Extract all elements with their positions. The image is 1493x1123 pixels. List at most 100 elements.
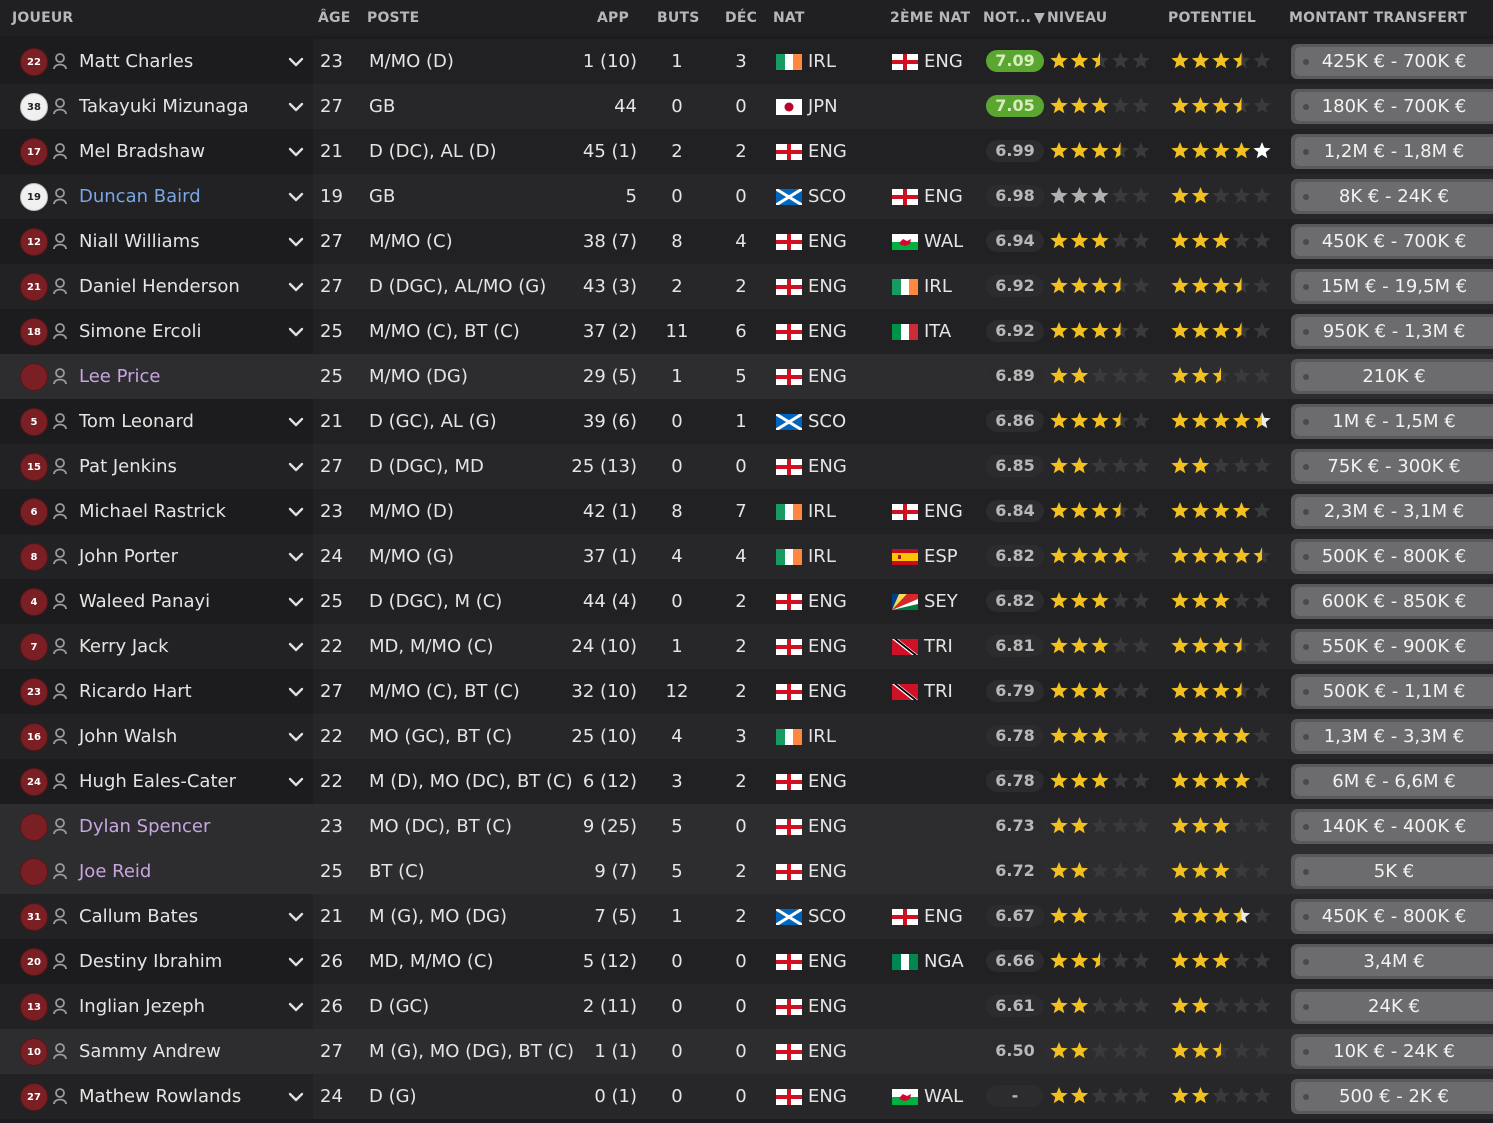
player-nationality[interactable]: ENG: [808, 141, 847, 162]
chevron-down-icon[interactable]: [287, 98, 305, 116]
col-nat-header[interactable]: NAT: [773, 10, 805, 26]
player-nationality[interactable]: SCO: [808, 186, 846, 207]
transfer-value-button[interactable]: 5K €: [1291, 854, 1493, 889]
player-name[interactable]: Niall Williams: [79, 231, 200, 252]
player-nationality[interactable]: JPN: [808, 96, 838, 117]
col-apps-header[interactable]: APP: [597, 10, 629, 26]
table-row[interactable]: 38 Takayuki Mizunaga 27 GB 44 0 0 JPN 7.05 180K €…: [0, 84, 1493, 129]
table-row[interactable]: 31 Callum Bates 21 M (G), MO (DG) 7 (5) 1 2 SCO…: [0, 894, 1493, 939]
table-row[interactable]: Dylan Spencer 23 MO (DC), BT (C) 9 (25) 5 0 EN…: [0, 804, 1493, 849]
chevron-down-icon[interactable]: [287, 773, 305, 791]
player-nationality[interactable]: ENG: [808, 1086, 847, 1107]
table-row[interactable]: 16 John Walsh 22 MO (GC), BT (C) 25 (10) 4 3 IR…: [0, 714, 1493, 759]
player-nationality[interactable]: ENG: [808, 951, 847, 972]
player-second-nationality[interactable]: ENG: [924, 186, 963, 207]
player-name[interactable]: John Walsh: [79, 726, 177, 747]
player-second-nationality[interactable]: SEY: [924, 591, 958, 612]
player-nationality[interactable]: ENG: [808, 366, 847, 387]
table-row[interactable]: 22 Matt Charles 23 M/MO (D) 1 (10) 1 3 IRL ENG 7.…: [0, 39, 1493, 84]
player-second-nationality[interactable]: ESP: [924, 546, 958, 567]
player-name[interactable]: Dylan Spencer: [79, 816, 210, 837]
table-row[interactable]: 21 Daniel Henderson 27 D (DGC), AL/MO (G) 43…: [0, 264, 1493, 309]
player-nationality[interactable]: ENG: [808, 456, 847, 477]
table-row[interactable]: 23 Ricardo Hart 27 M/MO (C), BT (C) 32 (10) 1…: [0, 669, 1493, 714]
chevron-down-icon[interactable]: [287, 593, 305, 611]
player-nationality[interactable]: IRL: [808, 726, 836, 747]
player-nationality[interactable]: ENG: [808, 276, 847, 297]
player-nationality[interactable]: SCO: [808, 906, 846, 927]
col-player-header[interactable]: JOUEUR: [12, 10, 73, 26]
player-nationality[interactable]: ENG: [808, 231, 847, 252]
player-name[interactable]: Mathew Rowlands: [79, 1086, 241, 1107]
player-second-nationality[interactable]: ENG: [924, 51, 963, 72]
transfer-value-button[interactable]: 75K € - 300K €: [1291, 449, 1493, 484]
player-name[interactable]: Inglian Jezeph: [79, 996, 205, 1017]
table-row[interactable]: 15 Pat Jenkins 27 D (DGC), MD 25 (13) 0 0 ENG 6.…: [0, 444, 1493, 489]
player-second-nationality[interactable]: WAL: [924, 231, 963, 252]
player-nationality[interactable]: ENG: [808, 636, 847, 657]
table-row[interactable]: 20 Destiny Ibrahim 26 MD, M/MO (C) 5 (12) 0 0 E…: [0, 939, 1493, 984]
transfer-value-button[interactable]: 2,3M € - 3,1M €: [1291, 494, 1493, 529]
col-goals-header[interactable]: BUTS: [657, 10, 699, 26]
chevron-down-icon[interactable]: [287, 413, 305, 431]
table-row[interactable]: 5 Tom Leonard 21 D (GC), AL (G) 39 (6) 0 1 SCO 6…: [0, 399, 1493, 444]
player-second-nationality[interactable]: IRL: [924, 276, 952, 297]
player-nationality[interactable]: ENG: [808, 996, 847, 1017]
transfer-value-button[interactable]: 1M € - 1,5M €: [1291, 404, 1493, 439]
table-row[interactable]: 24 Hugh Eales-Cater 22 M (D), MO (DC), BT (…: [0, 759, 1493, 804]
player-nationality[interactable]: IRL: [808, 51, 836, 72]
chevron-down-icon[interactable]: [287, 278, 305, 296]
player-name[interactable]: Hugh Eales-Cater: [79, 771, 236, 792]
table-row[interactable]: 6 Michael Rastrick 23 M/MO (D) 42 (1) 8 7 IRL EN…: [0, 489, 1493, 534]
player-name[interactable]: Duncan Baird: [79, 186, 201, 207]
table-row[interactable]: 18 Simone Ercoli 25 M/MO (C), BT (C) 37 (2) 1…: [0, 309, 1493, 354]
player-name[interactable]: Takayuki Mizunaga: [79, 96, 249, 117]
player-name[interactable]: Sammy Andrew: [79, 1041, 221, 1062]
transfer-value-button[interactable]: 8K € - 24K €: [1291, 179, 1493, 214]
player-second-nationality[interactable]: TRI: [924, 681, 953, 702]
chevron-down-icon[interactable]: [287, 953, 305, 971]
chevron-down-icon[interactable]: [287, 143, 305, 161]
player-nationality[interactable]: ENG: [808, 591, 847, 612]
player-second-nationality[interactable]: TRI: [924, 636, 953, 657]
transfer-value-button[interactable]: 450K € - 700K €: [1291, 224, 1493, 259]
player-nationality[interactable]: ENG: [808, 816, 847, 837]
transfer-value-button[interactable]: 425K € - 700K €: [1291, 44, 1493, 79]
col-ability-header[interactable]: NIVEAU: [1047, 10, 1107, 26]
transfer-value-button[interactable]: 500 € - 2K €: [1291, 1079, 1493, 1114]
col-age-header[interactable]: ÂGE: [318, 10, 351, 26]
table-row[interactable]: Joe Reid 25 BT (C) 9 (7) 5 2 ENG 6.72 5K €: [0, 849, 1493, 894]
table-row[interactable]: 13 Inglian Jezeph 26 D (GC) 2 (11) 0 0 ENG 6.61 2…: [0, 984, 1493, 1029]
player-name[interactable]: Ricardo Hart: [79, 681, 192, 702]
col-position-header[interactable]: POSTE: [367, 10, 419, 26]
chevron-down-icon[interactable]: [287, 908, 305, 926]
table-row[interactable]: 7 Kerry Jack 22 MD, M/MO (C) 24 (10) 1 2 ENG TRI…: [0, 624, 1493, 669]
player-name[interactable]: Matt Charles: [79, 51, 193, 72]
table-row[interactable]: 8 John Porter 24 M/MO (G) 37 (1) 4 4 IRL ESP 6.82…: [0, 534, 1493, 579]
transfer-value-button[interactable]: 24K €: [1291, 989, 1493, 1024]
player-name[interactable]: Simone Ercoli: [79, 321, 201, 342]
chevron-down-icon[interactable]: [287, 998, 305, 1016]
player-name[interactable]: Kerry Jack: [79, 636, 169, 657]
player-name[interactable]: Waleed Panayi: [79, 591, 210, 612]
chevron-down-icon[interactable]: [287, 683, 305, 701]
chevron-down-icon[interactable]: [287, 638, 305, 656]
chevron-down-icon[interactable]: [287, 728, 305, 746]
transfer-value-button[interactable]: 550K € - 900K €: [1291, 629, 1493, 664]
player-nationality[interactable]: IRL: [808, 546, 836, 567]
player-name[interactable]: Lee Price: [79, 366, 161, 387]
table-row[interactable]: 27 Mathew Rowlands 24 D (G) 0 (1) 0 0 ENG WAL - 50…: [0, 1074, 1493, 1119]
player-name[interactable]: Daniel Henderson: [79, 276, 240, 297]
chevron-down-icon[interactable]: [287, 458, 305, 476]
table-row[interactable]: 17 Mel Bradshaw 21 D (DC), AL (D) 45 (1) 2 2 EN…: [0, 129, 1493, 174]
player-second-nationality[interactable]: WAL: [924, 1086, 963, 1107]
player-nationality[interactable]: ENG: [808, 1041, 847, 1062]
player-name[interactable]: Mel Bradshaw: [79, 141, 205, 162]
chevron-down-icon[interactable]: [287, 503, 305, 521]
transfer-value-button[interactable]: 15M € - 19,5M €: [1291, 269, 1493, 304]
table-row[interactable]: 12 Niall Williams 27 M/MO (C) 38 (7) 8 4 ENG WAL…: [0, 219, 1493, 264]
col-second-nat-header[interactable]: 2ÈME NAT: [890, 10, 970, 26]
player-name[interactable]: Tom Leonard: [79, 411, 194, 432]
player-second-nationality[interactable]: ENG: [924, 906, 963, 927]
col-avg-rating-header[interactable]: NOT...: [983, 10, 1031, 26]
